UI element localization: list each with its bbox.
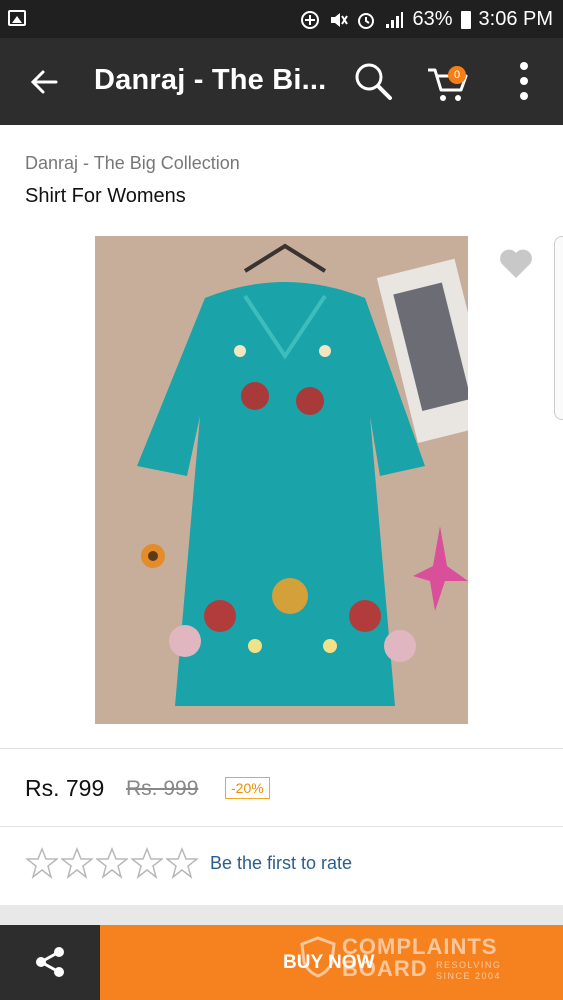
- cart-count-badge: 0: [448, 66, 466, 84]
- rate-link[interactable]: Be the first to rate: [210, 853, 352, 874]
- search-icon[interactable]: [352, 60, 394, 102]
- page-title: Danraj - The Bi...: [94, 64, 327, 96]
- section-separator: [0, 905, 563, 925]
- discount-badge: -20%: [225, 777, 270, 799]
- original-price: Rs. 999: [126, 777, 199, 800]
- rating-star-icon[interactable]: [166, 847, 198, 879]
- mute-icon: [331, 12, 349, 27]
- product-image[interactable]: [95, 236, 468, 724]
- watermark-tag-1: RESOLVING: [436, 960, 502, 970]
- current-price: Rs. 799: [25, 775, 105, 801]
- battery-icon: [460, 10, 471, 29]
- status-icons: 63% 3:06 PM: [300, 8, 553, 31]
- product-name: Shirt For Womens: [25, 185, 186, 207]
- overflow-menu-icon[interactable]: [512, 62, 536, 102]
- alarm-icon: [358, 12, 375, 29]
- rating-star-icon[interactable]: [96, 847, 128, 879]
- clock: 3:06 PM: [478, 8, 553, 30]
- rating-star-icon[interactable]: [61, 847, 93, 879]
- watermark-tagline: RESOLVING SINCE 2004: [436, 960, 501, 982]
- image-notification-icon: [8, 10, 26, 26]
- rating-star-icon[interactable]: [26, 847, 58, 879]
- data-saver-icon: [301, 10, 320, 29]
- wishlist-heart-icon[interactable]: [499, 248, 533, 280]
- brand-name[interactable]: Danraj - The Big Collection: [25, 153, 240, 174]
- rating-stars[interactable]: [26, 847, 198, 879]
- battery-percent: 63%: [412, 8, 453, 30]
- share-icon: [36, 947, 64, 977]
- divider: [0, 826, 563, 827]
- signal-icon: [386, 11, 404, 28]
- divider: [0, 748, 563, 749]
- watermark-tag-2: SINCE 2004: [436, 971, 502, 981]
- share-button[interactable]: [0, 925, 100, 1000]
- status-bar: 63% 3:06 PM: [0, 0, 563, 38]
- app-bar: Danraj - The Bi... 0: [0, 38, 563, 125]
- rating-star-icon[interactable]: [131, 847, 163, 879]
- watermark: COMPLAINTS BOARD RESOLVING SINCE 2004: [300, 934, 520, 984]
- side-panel-handle[interactable]: [554, 236, 563, 420]
- shield-logo-icon: [300, 936, 336, 978]
- back-arrow-icon[interactable]: [28, 66, 60, 98]
- watermark-line-2: BOARD: [342, 956, 428, 981]
